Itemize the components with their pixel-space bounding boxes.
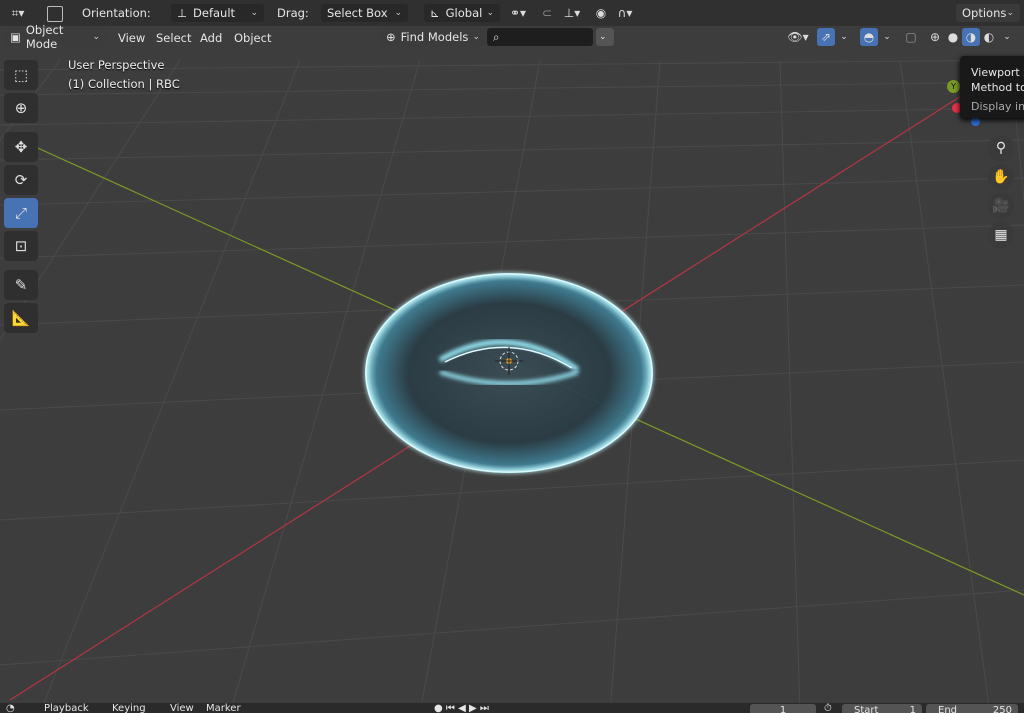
timeline-marker[interactable]: Marker [206,703,241,713]
end-value: 250 [992,704,1012,713]
collection-label: (1) Collection | RBC [68,77,180,91]
menu-object[interactable]: Object [234,31,271,45]
start-label: Start [854,704,879,713]
chevron-down-icon: ⌄ [92,32,100,42]
snap-target-icon[interactable]: ⊥▾ [558,4,586,22]
xray-icon[interactable]: ▢ [902,28,920,46]
rotate-icon[interactable]: ⟳ [4,165,38,195]
timeline-view[interactable]: View [170,703,194,713]
transform-icon[interactable]: ⊡ [4,231,38,261]
options-button[interactable]: Options ⌄ [956,4,1020,22]
menu-view[interactable]: View [118,31,145,45]
timeline-playback[interactable]: Playback [44,703,89,713]
orientation-dropdown[interactable]: ⊥ Default ⌄ [171,4,264,22]
camera-icon[interactable]: 🎥 [988,193,1014,219]
chevron-down-icon[interactable]: ⌄ [1000,28,1014,46]
current-frame-field[interactable]: 1 [750,704,816,713]
chevron-down-icon: ⌄ [486,8,494,18]
scale-icon[interactable]: ⤢ [4,198,38,228]
tool-settings-bar: ⌗▾ Orientation: ⊥ Default ⌄ Drag: Select… [0,0,1024,26]
global-axes-icon: ⊾ [430,6,440,20]
drag-value: Select Box [327,6,388,20]
mode-dropdown[interactable]: ▣ Object Mode ⌄ [4,23,106,51]
move-icon[interactable]: ✥ [4,132,38,162]
chevron-down-icon: ⌄ [250,8,258,18]
clock-icon[interactable]: ⏱ [824,703,832,713]
chevron-down-icon: ⌄ [599,32,607,42]
mode-value: Object Mode [25,23,64,51]
transform-orientation-dropdown[interactable]: ⊾ Global ⌄ [424,4,500,22]
orientation-label: Orientation: [82,6,151,20]
end-frame-field[interactable]: End 250 [926,704,1018,713]
annotate-icon[interactable]: ✎ [4,270,38,300]
playback-controls[interactable]: ● ⏮ ◀ ▶ ⏭ [434,703,489,713]
pivot-point-icon[interactable]: ⚭▾ [504,4,532,22]
orientation-icon: ⊥ [177,6,188,20]
object-mode-icon: ▣ [10,30,21,44]
menu-add[interactable]: Add [200,31,222,45]
options-label: Options [962,6,1007,20]
timeline-header: ◔ Playback Keying View Marker ● ⏮ ◀ ▶ ⏭ … [0,703,1024,713]
tooltip-line-2: Method to [971,81,1024,94]
drag-label: Drag: [277,6,309,20]
find-models-label: Find Models [400,30,469,44]
chevron-down-icon: ⌄ [472,32,480,42]
tooltip-line-1: Viewport S [971,66,1024,79]
search-icon: ⌕ [493,29,500,44]
timeline-keying[interactable]: Keying [112,703,146,713]
wireframe-shading-icon[interactable]: ⊕ [926,28,944,46]
gizmo-toggle-icon[interactable]: ⇗ [817,28,835,46]
current-frame-value: 1 [779,704,787,713]
transform-space-value: Global [445,6,483,20]
pan-icon[interactable]: ✋ [988,164,1014,190]
drag-dropdown[interactable]: Select Box ⌄ [321,4,408,22]
viewport-canvas[interactable] [0,0,1024,713]
snap-icon[interactable]: ⊂ [538,4,556,22]
zoom-icon[interactable]: ⚲ [988,135,1014,161]
viewport-header: ▣ Object Mode ⌄ View Select Add Object ⊕… [0,23,1024,51]
measure-icon[interactable]: 📐 [4,303,38,333]
falloff-icon[interactable]: ∩▾ [612,4,638,22]
select-box-icon[interactable]: ⬚ [4,60,38,90]
scale-tool-icon [47,6,63,22]
overlays-toggle-icon[interactable]: ◓ [860,28,878,46]
orientation-value: Default [193,6,236,20]
start-value: 1 [909,704,916,713]
material-shading-icon[interactable]: ◑ [962,28,980,46]
model-search-input[interactable]: ⌕ [487,28,593,46]
find-models-dropdown[interactable]: ⊕ Find Models ⌄ [380,28,486,46]
gizmo-y-axis[interactable]: Y [947,80,960,93]
gizmo-z-axis[interactable] [971,117,980,126]
chevron-down-icon: ⌄ [394,8,402,18]
perspective-label: User Perspective [68,58,165,72]
proportional-edit-icon[interactable]: ◉ [592,4,610,22]
grid-icon[interactable]: ▦ [988,222,1014,248]
viewport-shading-tooltip: Viewport S Method to Display in [960,56,1024,118]
cursor-icon[interactable]: ⊕ [4,93,38,123]
tooltip-line-3: Display in [971,100,1024,113]
visibility-icon[interactable]: 👁▾ [784,28,812,46]
left-toolbar: ⬚ ⊕ ✥ ⟳ ⤢ ⊡ ✎ 📐 [4,60,42,336]
end-label: End [938,704,958,713]
solid-shading-icon[interactable]: ● [944,28,962,46]
search-options-button[interactable]: ⌄ [596,28,614,46]
chevron-down-icon[interactable]: ⌄ [837,28,851,46]
chevron-down-icon[interactable]: ⌄ [880,28,894,46]
timeline-menu-icon[interactable]: ◔ [6,703,15,713]
start-frame-field[interactable]: Start 1 [842,704,922,713]
rendered-shading-icon[interactable]: ◐ [980,28,998,46]
chevron-down-icon: ⌄ [1006,8,1014,18]
globe-icon: ⊕ [386,30,396,44]
transform-pivot-icon[interactable]: ⌗▾ [4,4,32,22]
menu-select[interactable]: Select [156,31,191,45]
